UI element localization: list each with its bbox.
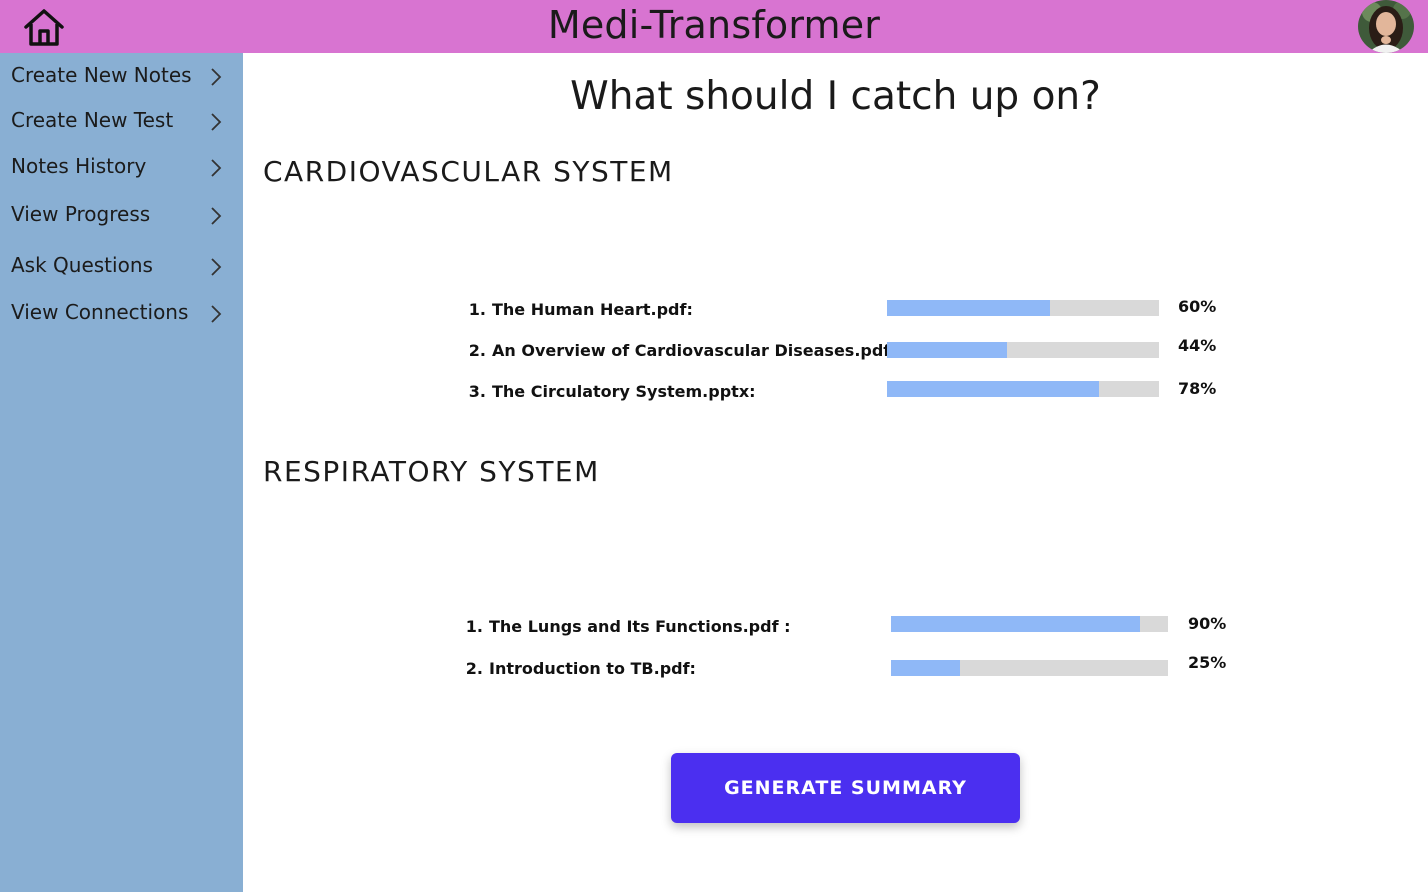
sidebar-item-label: Create New Notes [11,63,192,87]
app-title: Medi-Transformer [547,3,881,47]
file-name: Introduction to TB.pdf: [489,659,696,678]
chevron-right-icon [211,159,222,177]
row-number: 2. [468,341,486,360]
chevron-right-icon [211,258,222,276]
progress-percent: 60% [1178,297,1217,316]
progress-bar-fill [887,300,1051,316]
progress-percent: 90% [1188,614,1227,633]
sidebar-item-view-progress[interactable]: View Progress [0,196,243,236]
progress-bar-fill [891,660,961,676]
row-number: 1. [465,617,483,636]
sidebar-item-view-connections[interactable]: View Connections [0,294,243,334]
sidebar-item-label: Notes History [11,154,147,178]
sidebar-item-label: Create New Test [11,108,174,132]
sidebar-item-create-new-notes[interactable]: Create New Notes [0,57,243,97]
progress-percent: 25% [1188,653,1227,672]
progress-bar [887,381,1159,397]
file-name: The Lungs and Its Functions.pdf : [489,617,791,636]
section-title-respiratory: RESPIRATORY SYSTEM [263,455,600,488]
file-name: The Human Heart.pdf: [492,300,693,319]
file-name: An Overview of Cardiovascular Diseases.p… [492,341,897,360]
sidebar: Create New Notes Create New Test Notes H… [0,53,243,892]
sidebar-item-label: View Progress [11,202,151,226]
sidebar-item-label: View Connections [11,300,189,324]
sidebar-item-notes-history[interactable]: Notes History [0,148,243,188]
progress-bar-fill [887,381,1100,397]
sidebar-item-label: Ask Questions [11,253,153,277]
progress-percent: 78% [1178,379,1217,398]
generate-summary-button[interactable]: GENERATE SUMMARY [671,753,1020,823]
progress-bar [891,660,1168,676]
sidebar-item-ask-questions[interactable]: Ask Questions [0,247,243,287]
progress-percent: 44% [1178,336,1217,355]
progress-bar [887,342,1159,358]
sidebar-item-create-new-test[interactable]: Create New Test [0,102,243,142]
top-bar: Medi-Transformer [0,0,1428,53]
file-name: The Circulatory System.pptx: [492,382,756,401]
row-number: 1. [468,300,486,319]
page-title: What should I catch up on? [570,74,1101,119]
chevron-right-icon [211,305,222,323]
chevron-right-icon [211,113,222,131]
row-number: 3. [468,382,486,401]
progress-bar [891,616,1168,632]
chevron-right-icon [211,68,222,86]
progress-bar-fill [891,616,1141,632]
chevron-right-icon [211,207,222,225]
user-avatar[interactable] [1358,0,1414,53]
row-number: 2. [465,659,483,678]
progress-bar [887,300,1159,316]
progress-bar-fill [887,342,1007,358]
section-title-cardiovascular: CARDIOVASCULAR SYSTEM [263,155,674,188]
